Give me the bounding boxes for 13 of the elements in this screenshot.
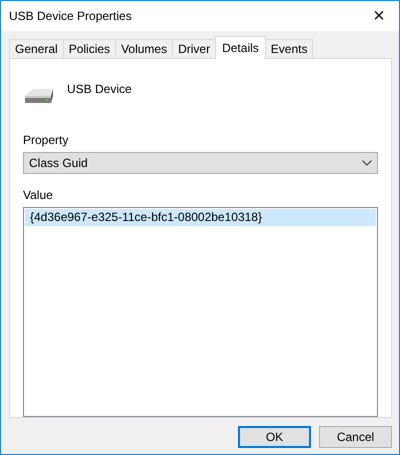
window-title: USB Device Properties bbox=[9, 9, 132, 23]
tab[interactable]: Events bbox=[264, 39, 314, 58]
field-label: Value bbox=[23, 188, 54, 202]
dialog-button[interactable]: Cancel bbox=[319, 426, 392, 448]
list-item[interactable]: {4d36e967-e325-11ce-bfc1-08002be10318} bbox=[25, 208, 376, 226]
tab[interactable]: General bbox=[9, 39, 64, 58]
tab[interactable]: Details bbox=[215, 36, 266, 59]
field-label: Property bbox=[23, 133, 70, 148]
dialog-button[interactable]: OK bbox=[238, 426, 311, 448]
device-name: USB Device bbox=[67, 82, 132, 96]
close-button[interactable]: × bbox=[367, 4, 391, 28]
chevron-down-icon bbox=[362, 160, 372, 166]
property-dropdown[interactable]: Class Guid bbox=[23, 152, 378, 174]
